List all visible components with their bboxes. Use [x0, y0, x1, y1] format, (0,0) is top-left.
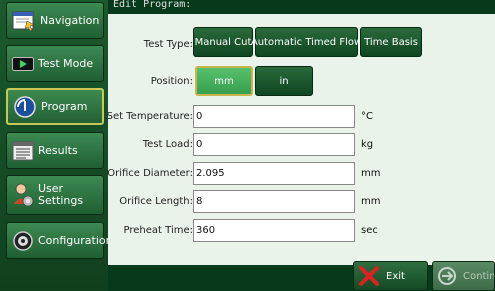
test-type-label: Test Type: [143, 39, 193, 50]
sidebar-item-label: Test Mode [38, 56, 94, 70]
program-globe-icon [14, 95, 36, 118]
position-mm-button[interactable]: mm [195, 66, 253, 96]
orifice-length-label: Orifice Length: [119, 196, 193, 207]
header-bar: Edit Program: [108, 0, 495, 14]
sidebar-item-label: User Settings [38, 183, 83, 207]
test-load-label: Test Load: [142, 139, 193, 150]
sidebar-item-label: Results [38, 143, 78, 157]
preheat-time-unit: sec [361, 225, 378, 236]
position-in-button[interactable]: in [255, 66, 313, 96]
gear-icon [13, 230, 33, 251]
sidebar-item-program[interactable]: Program [6, 88, 104, 125]
test-type-manual-cut-button[interactable]: Manual Cut [193, 27, 253, 57]
exit-button-label: Exit [386, 270, 405, 282]
sidebar-item-label: Navigation [40, 13, 100, 27]
sidebar-item-navigation[interactable]: Navigation [6, 2, 104, 39]
preheat-time-field[interactable]: 360 [193, 219, 355, 242]
orifice-length-unit: mm [361, 196, 381, 207]
sidebar-item-label-line2: Settings [38, 194, 84, 207]
test-load-field[interactable]: 0 [193, 133, 355, 156]
continue-button-label: Continue [463, 270, 495, 282]
sidebar-item-label: Configuration [38, 233, 113, 247]
set-temperature-field[interactable]: 0 [193, 105, 355, 128]
user-settings-icon [14, 183, 34, 207]
main-panel: Edit Program: Test Type: Manual Cut Auto… [106, 0, 495, 291]
orifice-length-field[interactable]: 8 [193, 190, 355, 213]
arrow-right-circle-icon [438, 267, 456, 285]
test-load-unit: kg [361, 139, 374, 150]
set-temperature-label: Set Temperature: [106, 111, 193, 122]
orifice-diameter-unit: mm [361, 168, 381, 179]
sidebar-item-user-settings[interactable]: User Settings [6, 175, 104, 215]
exit-button[interactable]: Exit [353, 261, 428, 291]
results-list-icon [12, 141, 34, 160]
continue-button[interactable]: Continue [432, 261, 495, 291]
preheat-time-label: Preheat Time: [123, 225, 193, 236]
sidebar-item-configuration[interactable]: Configuration [6, 222, 113, 259]
navigation-icon [12, 11, 35, 31]
sidebar-item-results[interactable]: Results [6, 132, 104, 169]
position-label: Position: [150, 76, 193, 87]
test-type-time-basis-button[interactable]: Time Basis [360, 27, 422, 57]
sidebar-item-label: Program [41, 99, 88, 113]
sidebar: Navigation Test Mode Program Results Use… [0, 0, 113, 291]
page-title: Edit Program: [113, 0, 192, 10]
set-temperature-unit: °C [361, 111, 373, 122]
orifice-diameter-label: Orifice Diameter: [107, 168, 193, 179]
play-tape-icon [12, 56, 34, 71]
test-type-automatic-timed-flow-button[interactable]: Automatic Timed Flow [251, 27, 362, 57]
sidebar-item-test-mode[interactable]: Test Mode [6, 45, 104, 82]
close-x-icon [359, 266, 379, 286]
orifice-diameter-field[interactable]: 2.095 [193, 162, 355, 185]
